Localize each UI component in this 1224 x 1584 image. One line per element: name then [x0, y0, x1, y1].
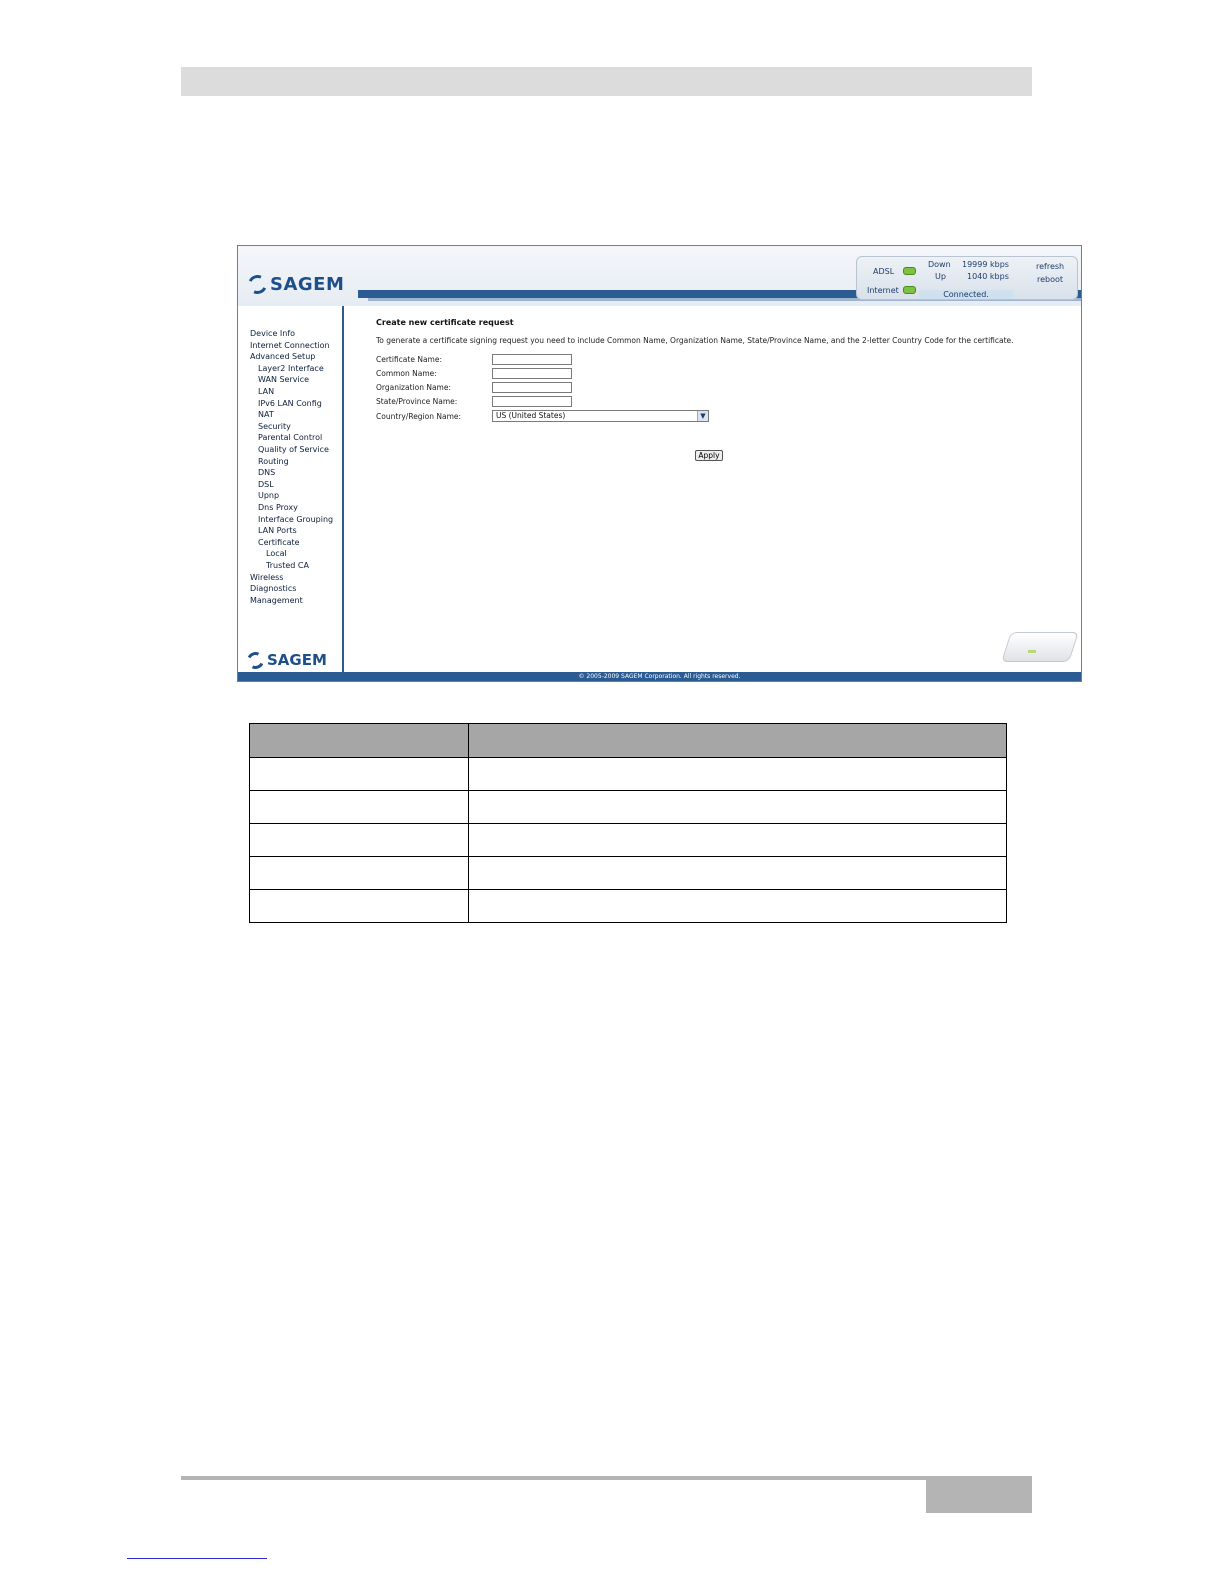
- adsl-led-icon: [903, 267, 916, 275]
- sidebar-item-interface-grouping[interactable]: Interface Grouping: [258, 515, 333, 525]
- table-cell: [468, 889, 1007, 923]
- table-row: [249, 823, 1007, 857]
- sidebar-item-device-info[interactable]: Device Info: [250, 329, 295, 339]
- country-region-select[interactable]: US (United States) ▼: [492, 410, 709, 422]
- certificate-name-label: Certificate Name:: [376, 355, 442, 364]
- page-title: Create new certificate request: [376, 318, 514, 327]
- table-header-cell: [468, 723, 1007, 758]
- sidebar-item-trusted-ca[interactable]: Trusted CA: [266, 561, 309, 571]
- internet-label: Internet: [867, 286, 899, 295]
- table-row: [249, 856, 1007, 890]
- internet-led-icon: [903, 286, 916, 294]
- sagem-logo-bottom: SAGEM: [244, 649, 327, 671]
- chevron-down-icon[interactable]: ▼: [697, 411, 708, 421]
- apply-button[interactable]: Apply: [695, 450, 723, 461]
- common-name-label: Common Name:: [376, 369, 437, 378]
- footer-link-underline: [127, 1558, 267, 1559]
- sidebar-item-management[interactable]: Management: [250, 596, 303, 606]
- refresh-link[interactable]: refresh: [1036, 262, 1064, 271]
- sidebar-item-ipv6-lan-config[interactable]: IPv6 LAN Config: [258, 399, 322, 409]
- connection-status: Connected.: [919, 290, 1013, 299]
- organization-name-input[interactable]: [492, 382, 572, 393]
- up-label: Up: [935, 272, 946, 281]
- reboot-link[interactable]: reboot: [1037, 275, 1063, 284]
- sidebar-item-certificate[interactable]: Certificate: [258, 538, 300, 548]
- table-header-row: [249, 723, 1007, 758]
- page-number-box: [926, 1480, 1032, 1513]
- sidebar-item-upnp[interactable]: Upnp: [258, 491, 279, 501]
- sidebar-item-internet-connection[interactable]: Internet Connection: [250, 341, 330, 351]
- sidebar-item-nat[interactable]: NAT: [258, 410, 274, 420]
- description-table: [249, 723, 1007, 923]
- table-cell: [468, 790, 1007, 824]
- sidebar-item-parental-control[interactable]: Parental Control: [258, 433, 322, 443]
- adsl-label: ADSL: [873, 267, 895, 276]
- sidebar-item-wireless[interactable]: Wireless: [250, 573, 283, 583]
- table-cell: [468, 856, 1007, 890]
- sidebar-item-dns[interactable]: DNS: [258, 468, 275, 478]
- table-cell: [249, 889, 469, 923]
- sidebar-item-advanced-setup[interactable]: Advanced Setup: [250, 352, 315, 362]
- up-value: 1040 kbps: [967, 272, 1009, 281]
- logo-text: SAGEM: [270, 274, 345, 295]
- main-content: Create new certificate request To genera…: [346, 306, 1081, 674]
- page-footer-line: [181, 1476, 1032, 1480]
- down-value: 19999 kbps: [962, 260, 1009, 269]
- table-row: [249, 757, 1007, 791]
- table-cell: [249, 856, 469, 890]
- table-row: [249, 790, 1007, 824]
- table-cell: [249, 757, 469, 791]
- device-led: [1028, 650, 1036, 653]
- country-region-label: Country/Region Name:: [376, 412, 462, 421]
- sidebar-item-local[interactable]: Local: [266, 549, 287, 559]
- table-row: [249, 889, 1007, 923]
- organization-name-label: Organization Name:: [376, 383, 451, 392]
- sidebar-nav: Device Info Internet Connection Advanced S…: [238, 306, 344, 674]
- table-cell: [468, 757, 1007, 791]
- router-admin-screenshot: SAGEM ADSL Internet Down 19999 kbps Up 1…: [237, 245, 1082, 682]
- sidebar-item-layer2-interface[interactable]: Layer2 Interface: [258, 364, 324, 374]
- sidebar-item-lan-ports[interactable]: LAN Ports: [258, 526, 297, 536]
- table-cell: [468, 823, 1007, 857]
- common-name-input[interactable]: [492, 368, 572, 379]
- copyright-footer: © 2005-2009 SAGEM Corporation. All right…: [238, 672, 1081, 681]
- router-device-icon: [1001, 632, 1079, 662]
- sidebar-item-diagnostics[interactable]: Diagnostics: [250, 584, 296, 594]
- sagem-logo: SAGEM: [245, 272, 345, 297]
- sagem-logo-icon: [245, 272, 270, 297]
- sidebar-item-dsl[interactable]: DSL: [258, 480, 274, 490]
- down-label: Down: [928, 260, 951, 269]
- state-province-name-label: State/Province Name:: [376, 397, 458, 406]
- logo-text: SAGEM: [267, 651, 327, 669]
- sidebar-item-lan[interactable]: LAN: [258, 387, 274, 397]
- certificate-name-input[interactable]: [492, 354, 572, 365]
- page-header-band: [181, 67, 1032, 96]
- sidebar-item-security[interactable]: Security: [258, 422, 291, 432]
- connection-status-panel: ADSL Internet Down 19999 kbps Up 1040 kb…: [856, 256, 1078, 300]
- sidebar-item-dns-proxy[interactable]: Dns Proxy: [258, 503, 298, 513]
- sidebar-item-wan-service[interactable]: WAN Service: [258, 375, 309, 385]
- table-cell: [249, 790, 469, 824]
- table-header-cell: [249, 723, 469, 758]
- table-cell: [249, 823, 469, 857]
- sidebar-item-routing[interactable]: Routing: [258, 457, 289, 467]
- sidebar-item-quality-of-service[interactable]: Quality of Service: [258, 445, 329, 455]
- page-description: To generate a certificate signing reques…: [376, 336, 1014, 345]
- state-province-name-input[interactable]: [492, 396, 572, 407]
- sagem-logo-icon: [244, 649, 267, 671]
- country-selected-value: US (United States): [496, 411, 566, 420]
